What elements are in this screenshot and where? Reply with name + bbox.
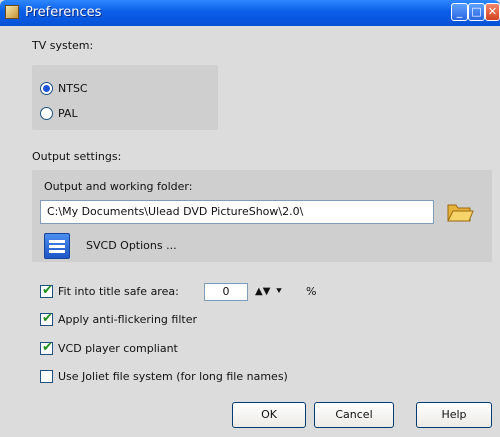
svcd-options-label[interactable]: SVCD Options ...: [86, 239, 177, 252]
tv-system-panel: NTSC PAL: [32, 65, 218, 130]
preferences-dialog: Preferences _ □ ✕ TV system: NTSC PAL Ou…: [0, 0, 500, 437]
help-button[interactable]: Help: [416, 402, 492, 428]
joliet-label: Use Joliet file system (for long file na…: [58, 370, 288, 383]
title-bar[interactable]: Preferences _ □ ✕: [0, 0, 500, 26]
cancel-button[interactable]: Cancel: [314, 402, 394, 428]
minimize-button[interactable]: _: [451, 3, 468, 21]
radio-pal-label[interactable]: PAL: [58, 107, 78, 120]
spin-up-down-icon[interactable]: ▲▼: [255, 283, 270, 301]
folder-open-icon[interactable]: [446, 200, 474, 224]
window-title: Preferences: [25, 5, 102, 20]
ok-button[interactable]: OK: [232, 402, 306, 428]
output-folder-input[interactable]: C:\My Documents\Ulead DVD PictureShow\2.…: [40, 200, 434, 224]
vcd-compliant-label: VCD player compliant: [58, 342, 178, 355]
joliet-checkbox[interactable]: [40, 370, 53, 383]
output-settings-heading: Output settings:: [32, 150, 122, 163]
maximize-button[interactable]: □: [468, 3, 485, 21]
tv-system-heading: TV system:: [32, 39, 94, 52]
output-folder-label: Output and working folder:: [44, 180, 193, 193]
app-icon: [5, 5, 19, 19]
spin-stepper-icon[interactable]: ⯆: [272, 283, 286, 301]
title-safe-value-field[interactable]: 0: [204, 283, 248, 301]
anti-flicker-label: Apply anti-flickering filter: [58, 313, 197, 326]
svcd-options-icon[interactable]: [44, 233, 70, 259]
radio-pal[interactable]: [40, 107, 53, 120]
radio-ntsc[interactable]: [40, 82, 53, 95]
radio-ntsc-label[interactable]: NTSC: [58, 82, 88, 95]
fit-title-safe-label: Fit into title safe area:: [58, 285, 179, 298]
percent-unit-label: %: [306, 285, 317, 298]
close-button[interactable]: ✕: [485, 3, 500, 21]
anti-flicker-checkbox[interactable]: ✔: [40, 311, 53, 326]
vcd-compliant-checkbox[interactable]: ✔: [40, 340, 53, 355]
fit-title-safe-checkbox[interactable]: ✔: [40, 283, 53, 298]
